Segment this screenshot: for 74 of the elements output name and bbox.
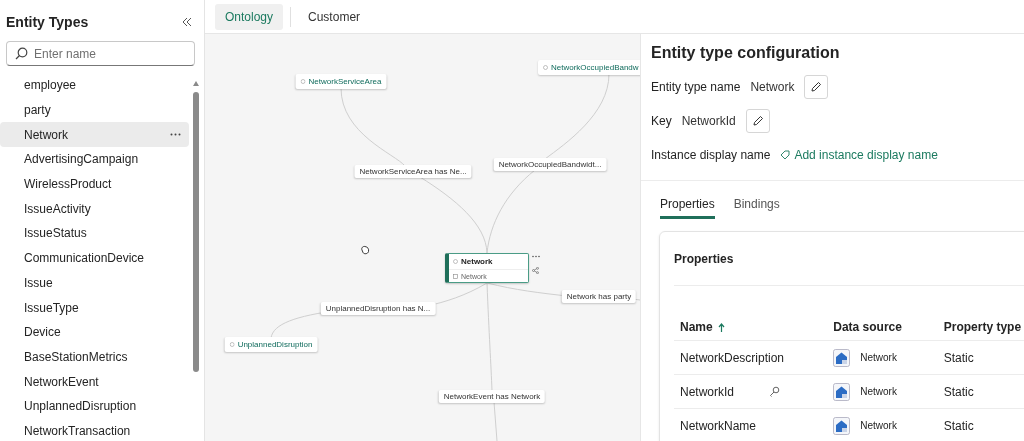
more-icon[interactable] <box>532 255 540 258</box>
relationship-label[interactable]: NetworkServiceArea has Ne... <box>354 165 472 178</box>
share-icon[interactable] <box>532 267 539 274</box>
column-header[interactable]: Property type <box>943 320 1022 334</box>
more-icon[interactable] <box>170 133 181 137</box>
scrollbar-thumb[interactable] <box>193 92 199 372</box>
tab[interactable]: Properties <box>660 197 715 219</box>
house-icon <box>833 416 851 435</box>
entity-type-item[interactable]: NetworkTransaction <box>0 418 189 441</box>
entity-type-item[interactable]: IssueType <box>0 295 189 320</box>
property-name: NetworkId <box>680 384 735 399</box>
add-display-name-link[interactable]: Add instance display name <box>794 148 938 162</box>
cursor-icon <box>360 245 370 255</box>
entity-type-item[interactable]: IssueStatus <box>0 221 189 246</box>
entity-type-item[interactable]: BaseStationMetrics <box>0 344 189 370</box>
field-label: Instance display name <box>651 148 771 162</box>
entity-icon <box>229 342 235 347</box>
tab[interactable]: Customer <box>298 3 371 30</box>
scroll-up-icon[interactable] <box>193 81 199 86</box>
entity-type-item[interactable]: Device <box>0 319 189 345</box>
search-field[interactable]: Enter name <box>6 41 195 66</box>
entity-node[interactable]: NetworkOccupiedBandw <box>538 60 640 75</box>
relationship-label[interactable]: NetworkEvent has Network <box>438 390 546 403</box>
entity-type-item[interactable]: Network <box>0 122 189 148</box>
column-header[interactable]: Name <box>680 320 713 334</box>
sidebar-title: Entity Types <box>6 14 89 30</box>
field-label: Entity type name <box>651 80 741 94</box>
card-title: Properties <box>674 232 1024 286</box>
entity-type-item[interactable]: employee <box>0 73 189 98</box>
table-icon <box>453 273 458 279</box>
entity-type-item[interactable]: party <box>0 97 189 123</box>
house-icon <box>833 348 851 367</box>
edit-button[interactable] <box>804 75 829 99</box>
property-type: Static <box>937 374 1024 409</box>
node-title: UnplannedDisruption <box>237 340 313 349</box>
house-icon <box>833 382 851 401</box>
panel-title: Entity type configuration <box>651 43 841 63</box>
entity-icon <box>453 259 458 264</box>
property-name: NetworkDescription <box>680 350 785 365</box>
node-title: Network <box>461 257 493 266</box>
node-title: NetworkOccupiedBandw <box>551 63 639 72</box>
entity-icon <box>543 65 548 70</box>
connector-line <box>493 401 498 441</box>
field-value: NetworkId <box>681 114 736 128</box>
tab[interactable]: Bindings <box>733 197 780 219</box>
entity-type-item[interactable]: NetworkEvent <box>0 369 189 394</box>
property-type: Static <box>937 340 1024 375</box>
entity-type-item[interactable]: IssueActivity <box>0 196 189 222</box>
entity-type-item[interactable]: AdvertisingCampaign <box>0 147 189 172</box>
node-title: NetworkServiceArea <box>308 77 382 86</box>
data-source-name: Network <box>860 420 897 431</box>
field-value: Network <box>750 80 795 94</box>
tab[interactable]: Ontology <box>215 3 284 30</box>
entity-node[interactable]: UnplannedDisruption <box>224 337 318 352</box>
pencil-icon <box>751 115 764 127</box>
entity-type-item[interactable]: Issue <box>0 270 189 296</box>
relationship-label[interactable]: NetworkOccupiedBandwidt... <box>493 158 607 171</box>
tag-icon <box>780 150 791 160</box>
data-source-name: Network <box>860 386 897 397</box>
field-label: Key <box>651 114 672 128</box>
pencil-icon <box>810 81 823 93</box>
property-type: Static <box>937 408 1024 441</box>
relationship-label[interactable]: Network has party <box>561 290 637 303</box>
collapse-icon[interactable] <box>182 17 192 27</box>
property-name: NetworkName <box>680 418 757 433</box>
entity-type-item[interactable]: UnplannedDisruption <box>0 393 189 419</box>
entity-node[interactable]: NetworkServiceArea <box>295 74 387 89</box>
entity-icon <box>300 79 306 84</box>
relationship-label[interactable]: UnplannedDisruption has N... <box>320 302 436 315</box>
entity-type-item[interactable]: WirelessProduct <box>0 171 189 197</box>
edit-button[interactable] <box>745 109 770 133</box>
column-header[interactable]: Data source <box>833 320 902 334</box>
data-source-name: Network <box>860 352 897 363</box>
entity-type-item[interactable]: CommunicationDevice <box>0 245 189 271</box>
